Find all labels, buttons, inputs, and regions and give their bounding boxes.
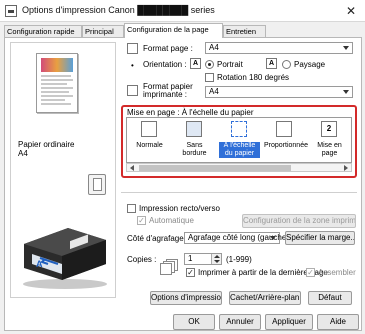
collate-label: Assembler xyxy=(318,268,356,277)
title-bar: Options d'impression Canon ████████ seri… xyxy=(0,0,365,22)
portrait-icon: A xyxy=(190,58,201,69)
portrait-radio[interactable] xyxy=(205,60,214,69)
page-format-dropdown[interactable]: A4 xyxy=(205,42,353,54)
landscape-radio[interactable] xyxy=(282,60,291,69)
duplex-label: Impression recto/verso xyxy=(139,204,220,213)
page-layout-label: Mise en page : À l'échelle du papier xyxy=(127,108,254,117)
paper-preview-button[interactable] xyxy=(88,174,106,195)
layout-fit-to-page-icon xyxy=(231,121,247,137)
defaults-button[interactable]: Défaut xyxy=(308,291,352,305)
copies-label: Copies : xyxy=(127,255,157,264)
svg-text:A: A xyxy=(36,259,43,269)
divider xyxy=(121,192,357,193)
media-type-label: Papier ordinaire A4 xyxy=(18,140,75,158)
printer-illustration-icon: A xyxy=(23,228,107,289)
stapling-dropdown[interactable]: Agrafage côté long (gauche) xyxy=(184,232,289,244)
rotate-180-checkbox[interactable] xyxy=(205,73,214,82)
layout-scrollbar[interactable] xyxy=(126,163,352,172)
rotate-180-label: Rotation 180 degrés xyxy=(217,73,290,82)
ok-button[interactable]: OK xyxy=(173,314,215,330)
duplex-checkbox[interactable] xyxy=(127,204,136,213)
layout-normal[interactable]: Normale xyxy=(127,118,172,162)
layout-scaled[interactable]: Proportionnée xyxy=(262,118,308,162)
orientation-label: Orientation : xyxy=(143,60,187,69)
tab-page-setup[interactable]: Configuration de la page xyxy=(124,23,223,38)
layout-list[interactable]: Normale Sans bordure À l'échelle du papi… xyxy=(126,117,352,163)
printer-paper-dropdown[interactable]: A4 xyxy=(205,86,353,98)
chevron-down-icon xyxy=(270,236,276,240)
print-options-button[interactable]: Options d'impression... xyxy=(150,291,222,305)
layout-borderless-icon xyxy=(186,121,202,137)
spinner-down-icon xyxy=(211,259,221,264)
apply-button[interactable]: Appliquer xyxy=(265,314,313,330)
layout-page-layout-icon: 2 xyxy=(321,121,337,137)
portrait-label: Portrait xyxy=(217,60,243,69)
print-last-page-checkbox[interactable]: ✓ xyxy=(186,268,195,277)
landscape-icon: A xyxy=(266,58,277,69)
chevron-down-icon xyxy=(343,90,349,94)
scroll-thumb xyxy=(139,165,291,171)
specify-margin-button[interactable]: Spécifier la marge... xyxy=(285,231,355,245)
auto-duplex-label: Automatique xyxy=(149,216,194,225)
stamp-background-button[interactable]: Cachet/Arrière-plan... xyxy=(229,291,301,305)
layout-normal-icon xyxy=(141,121,157,137)
tab-main[interactable]: Principal xyxy=(82,25,124,37)
auto-duplex-checkbox[interactable]: ✓ xyxy=(137,216,146,225)
stapling-label: Côté d'agrafage : xyxy=(127,234,189,243)
layout-fit-to-page[interactable]: À l'échelle du papier xyxy=(217,118,262,162)
tab-maintenance[interactable]: Entretien xyxy=(223,25,266,37)
close-icon[interactable]: ✕ xyxy=(341,3,361,19)
help-button[interactable]: Aide xyxy=(317,314,359,330)
scroll-right-icon xyxy=(344,165,348,171)
page-format-label: Format page : xyxy=(143,44,193,53)
printer-app-icon xyxy=(5,5,17,17)
printable-area-button[interactable]: Configuration de la zone imprimable... xyxy=(242,214,356,228)
layout-borderless[interactable]: Sans bordure xyxy=(172,118,217,162)
orientation-bullet-icon: • xyxy=(131,61,134,70)
copies-stack-icon xyxy=(160,259,180,275)
page-preview-thumbnail xyxy=(36,53,78,113)
printer-paper-icon xyxy=(127,85,138,96)
layout-scaled-icon xyxy=(276,121,292,137)
collate-checkbox[interactable]: ✓ xyxy=(306,268,315,277)
tab-quick-setup[interactable]: Configuration rapide xyxy=(4,25,82,37)
page-format-icon xyxy=(127,43,138,54)
window-title: Options d'impression Canon ████████ seri… xyxy=(22,5,215,15)
copies-range: (1-999) xyxy=(226,255,252,264)
scroll-left-icon xyxy=(130,165,134,171)
printer-paper-label: Format papier imprimante : xyxy=(143,82,193,99)
landscape-label: Paysage xyxy=(294,60,326,69)
layout-page-layout[interactable]: 2 Mise en page xyxy=(307,118,352,162)
copies-spinner[interactable]: 1 xyxy=(184,253,222,265)
cancel-button[interactable]: Annuler xyxy=(219,314,261,330)
chevron-down-icon xyxy=(343,46,349,50)
